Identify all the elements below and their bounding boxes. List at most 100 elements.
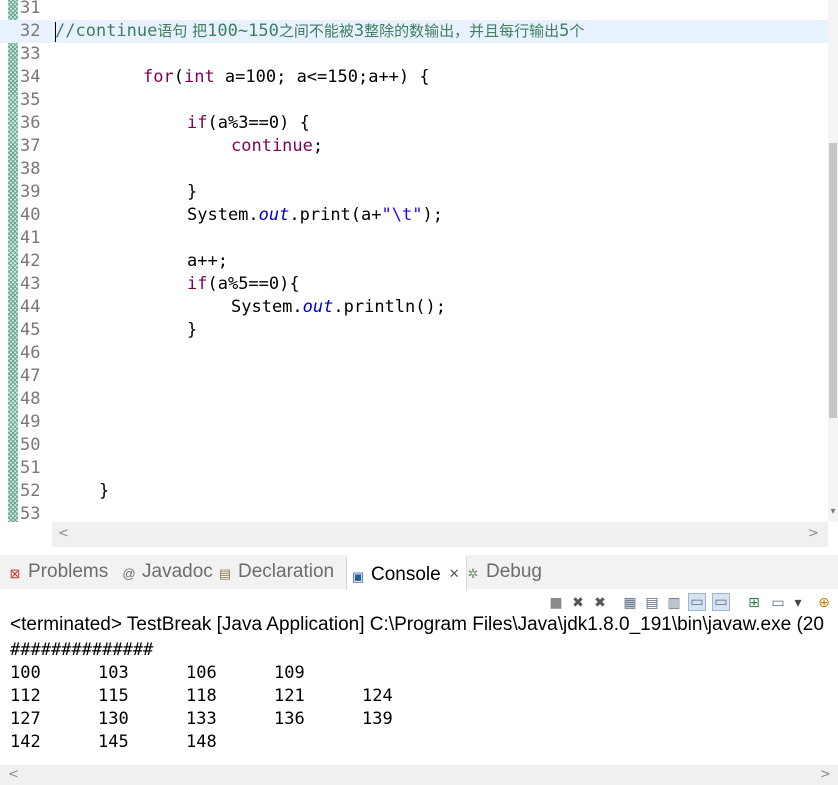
code-line: 35 <box>0 89 828 112</box>
declaration-icon: ▤ <box>218 566 232 581</box>
println-statement: System.out.println(); <box>231 297 446 317</box>
display-console-icon[interactable]: ▭ <box>770 595 786 611</box>
comment-line: //continue语句 把100~150之间不能被3整除的数输出，并且每行输出… <box>55 21 585 41</box>
increment-statement: a++; <box>187 251 228 271</box>
tab-javadoc[interactable]: @ Javadoc <box>122 555 213 589</box>
console-icon: ▣ <box>351 569 365 584</box>
output-value: 130 <box>98 709 129 729</box>
line-number: 53 <box>20 504 41 524</box>
terminate-icon[interactable]: ■ <box>548 595 564 611</box>
output-value: 109 <box>274 663 305 683</box>
line-number: 34 <box>20 67 41 87</box>
code-editor[interactable]: 31 32 //continue语句 把100~150之间不能被3整除的数输出，… <box>0 0 838 547</box>
pin-console-icon[interactable]: ⊞ <box>746 595 762 611</box>
code-line: 36 if(a%3==0) { <box>0 112 828 135</box>
code-line: 47 <box>0 365 828 388</box>
output-line: 100 103 106 109 <box>10 662 450 685</box>
show-on-stderr-icon[interactable]: ▭ <box>712 593 730 611</box>
problems-icon: ⊠ <box>9 566 21 581</box>
code-line: 34 for(int a=100; a<=150;a++) { <box>0 66 828 89</box>
line-number: 47 <box>20 366 41 386</box>
line-number: 35 <box>20 90 41 110</box>
chevron-down-icon[interactable]: ▾ <box>828 505 838 519</box>
tab-debug[interactable]: ✲ Debug <box>466 555 542 589</box>
closing-brace: } <box>187 320 198 340</box>
output-value: 100 <box>10 663 41 683</box>
line-number: 32 <box>20 21 41 41</box>
if-statement: if(a%3==0) { <box>187 113 310 133</box>
open-console-icon[interactable]: ⊕ <box>816 595 832 611</box>
editor-vertical-scroll-thumb[interactable] <box>829 143 837 418</box>
line-number: 36 <box>20 113 41 133</box>
console-output[interactable]: ############## 100 103 106 109 112 115 118 121… <box>10 639 450 754</box>
chevron-left-icon[interactable]: < <box>58 526 69 541</box>
text-caret <box>55 22 56 42</box>
at-icon: @ <box>122 566 136 581</box>
editor-horizontal-scrollbar[interactable]: < > <box>52 522 828 547</box>
output-value: 106 <box>186 663 217 683</box>
line-number: 41 <box>20 228 41 248</box>
line-number: 45 <box>20 320 41 340</box>
tab-label: Declaration <box>238 561 335 582</box>
tab-console[interactable]: ▣ Console ✕ <box>346 555 467 590</box>
output-value: 118 <box>186 686 217 706</box>
line-number: 31 <box>20 0 41 18</box>
tab-label: Problems <box>28 561 109 582</box>
line-number: 40 <box>20 205 41 225</box>
code-line: 41 <box>0 227 828 250</box>
code-line: 46 <box>0 342 828 365</box>
output-value: 148 <box>186 732 217 752</box>
remove-launch-icon[interactable]: ✖ <box>570 595 586 611</box>
output-value: 103 <box>98 663 129 683</box>
code-line: 31 <box>0 0 828 20</box>
line-number: 33 <box>20 44 41 64</box>
for-statement: for(int a=100; a<=150;a++) { <box>143 67 430 87</box>
output-line: 127 130 133 136 139 <box>10 708 450 731</box>
output-value: 145 <box>98 732 129 752</box>
console-toolbar: ■ ✖ ✖ ▦ ▤ ▥ ▭ ▭ ⊞ ▭ ▾ ⊕ <box>540 592 838 614</box>
show-on-stdout-icon[interactable]: ▭ <box>688 593 706 611</box>
clear-console-icon[interactable]: ▦ <box>622 595 638 611</box>
console-horizontal-scrollbar[interactable]: < > <box>0 765 838 785</box>
editor-vertical-scrollbar[interactable] <box>828 0 838 522</box>
code-line: 44 System.out.println(); <box>0 296 828 319</box>
line-number: 49 <box>20 412 41 432</box>
debug-icon: ✲ <box>467 566 479 581</box>
code-line: 45 } <box>0 319 828 342</box>
code-line: 49 <box>0 411 828 434</box>
line-number: 39 <box>20 182 41 202</box>
continue-statement: continue; <box>231 136 324 156</box>
code-line: 52 } <box>0 480 828 503</box>
output-value: 133 <box>186 709 217 729</box>
console-status-line: <terminated> TestBreak [Java Application… <box>10 614 824 635</box>
code-line: 40 System.out.print(a+"\t"); <box>0 204 828 227</box>
output-value: 139 <box>362 709 393 729</box>
tab-label: Debug <box>486 561 542 582</box>
chevron-left-icon[interactable]: < <box>8 767 19 782</box>
scroll-lock-icon[interactable]: ▤ <box>644 595 660 611</box>
line-number: 44 <box>20 297 41 317</box>
line-number: 37 <box>20 136 41 156</box>
output-value: 142 <box>10 732 41 752</box>
remove-all-terminated-icon[interactable]: ✖ <box>592 595 608 611</box>
close-icon[interactable]: ✕ <box>449 566 460 581</box>
tab-declaration[interactable]: ▤ Declaration <box>218 555 334 589</box>
output-value: 112 <box>10 686 41 706</box>
word-wrap-icon[interactable]: ▥ <box>666 595 682 611</box>
tab-problems[interactable]: ⊠ Problems <box>8 555 109 589</box>
code-line-current: 32 //continue语句 把100~150之间不能被3整除的数输出，并且每… <box>0 20 828 43</box>
chevron-down-icon[interactable]: ▾ <box>790 595 806 611</box>
output-value: 121 <box>274 686 305 706</box>
chevron-right-icon[interactable]: > <box>808 526 819 541</box>
closing-brace: } <box>99 481 110 501</box>
output-value: 136 <box>274 709 305 729</box>
line-number: 51 <box>20 458 41 478</box>
line-number: 50 <box>20 435 41 455</box>
code-line: 33 <box>0 43 828 66</box>
if-statement: if(a%5==0){ <box>187 274 300 294</box>
output-value: 115 <box>98 686 129 706</box>
chevron-right-icon[interactable]: > <box>820 767 831 782</box>
code-line: 51 <box>0 457 828 480</box>
line-number: 43 <box>20 274 41 294</box>
tab-label: Javadoc <box>142 561 213 582</box>
